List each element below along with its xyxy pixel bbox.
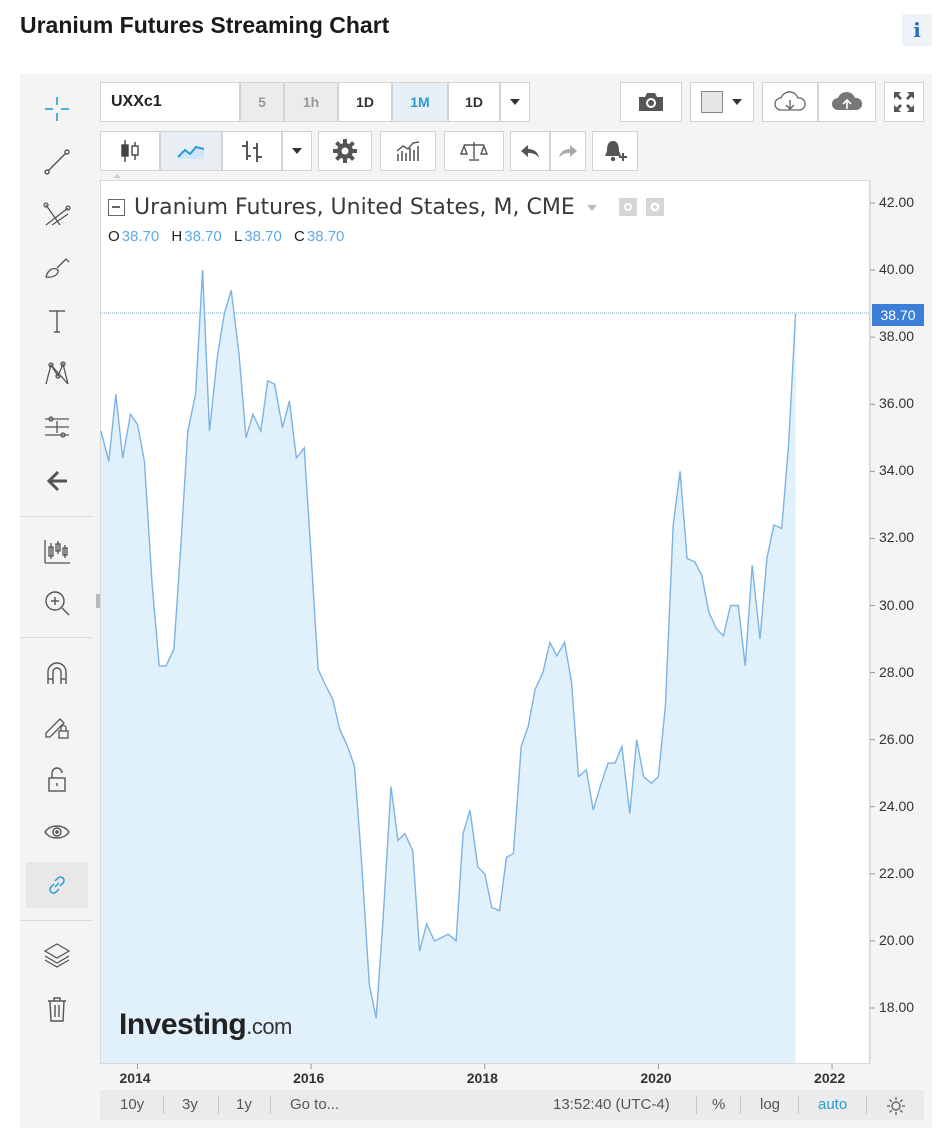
- log-toggle[interactable]: log: [760, 1096, 780, 1113]
- percent-toggle[interactable]: %: [712, 1096, 725, 1113]
- y-axis-tick-label: 18.00: [879, 999, 915, 1015]
- y-axis-tick-label: 24.00: [879, 797, 915, 814]
- y-axis-tick-label: 42.00: [879, 194, 915, 210]
- clock-readout: 13:52:40 (UTC-4): [553, 1096, 670, 1113]
- ohlc-high-value: 38.70: [184, 228, 222, 245]
- x-axis-tick-label: 2022: [814, 1070, 846, 1086]
- legend-symbol-title: Uranium Futures, United States, M, CME: [134, 195, 575, 220]
- visibility-icon[interactable]: [618, 198, 637, 216]
- price-area-fill: [101, 270, 796, 1064]
- logo-main-text: Investing: [119, 1008, 247, 1041]
- ohlc-low-value: 38.70: [244, 228, 282, 245]
- goto-button[interactable]: Go to...: [290, 1096, 339, 1113]
- bottom-divider: [866, 1096, 867, 1114]
- range-10y-button[interactable]: 10y: [120, 1096, 144, 1113]
- ohlc-close-value: 38.70: [306, 228, 345, 245]
- bottom-divider: [696, 1096, 697, 1114]
- ohlc-open-value: 38.70: [121, 228, 160, 245]
- bottom-divider: [218, 1096, 219, 1114]
- ohlc-low-key: L: [233, 228, 243, 245]
- last-price-tag: 38.70: [872, 304, 924, 326]
- scroll-marker-icon: [113, 174, 121, 178]
- y-axis-tick-label: 34.00: [879, 462, 915, 479]
- legend-caret-icon[interactable]: [586, 204, 598, 212]
- bottom-divider: [163, 1096, 164, 1114]
- x-axis-tick-label: 2016: [293, 1070, 325, 1086]
- x-axis-tick-label: 2018: [466, 1070, 498, 1086]
- y-axis-tick-label: 26.00: [879, 730, 915, 747]
- y-axis-tick-label: 36.00: [879, 395, 915, 412]
- range-3y-button[interactable]: 3y: [182, 1096, 198, 1113]
- series-settings-icon[interactable]: [645, 198, 664, 216]
- y-axis-tick-label: 32.00: [879, 529, 915, 546]
- logo-suffix-text: .com: [246, 1014, 292, 1039]
- scale-settings-icon[interactable]: [886, 1096, 906, 1116]
- price-chart[interactable]: [0, 0, 936, 1132]
- bottom-bar: [100, 1090, 924, 1120]
- investing-logo: Investing.com: [119, 1008, 292, 1042]
- bottom-divider: [740, 1096, 741, 1114]
- y-axis-tick-label: 40.00: [879, 261, 915, 278]
- x-axis-tick-label: 2020: [640, 1070, 672, 1086]
- ohlc-close-key: C: [294, 228, 305, 245]
- bottom-divider: [798, 1096, 799, 1114]
- ohlc-high-key: H: [171, 228, 183, 245]
- y-axis-tick-label: 28.00: [879, 663, 915, 680]
- auto-scale-toggle[interactable]: auto: [818, 1096, 847, 1113]
- ohlc-values: O 38.70 H 38.70 L 38.70 C 38.70: [108, 228, 352, 245]
- y-axis-tick-label: 20.00: [879, 931, 915, 948]
- bottom-divider: [270, 1096, 271, 1114]
- y-axis-tick-label: 22.00: [879, 864, 915, 881]
- ohlc-open-key: O: [108, 228, 120, 245]
- y-axis-tick-label: 38.00: [879, 328, 915, 345]
- range-1y-button[interactable]: 1y: [236, 1096, 252, 1113]
- y-axis-tick-label: 30.00: [879, 596, 915, 613]
- x-axis-tick-label: 2014: [119, 1070, 151, 1086]
- legend-collapse-icon[interactable]: [108, 199, 125, 216]
- legend-title: Uranium Futures, United States, M, CME: [134, 195, 664, 220]
